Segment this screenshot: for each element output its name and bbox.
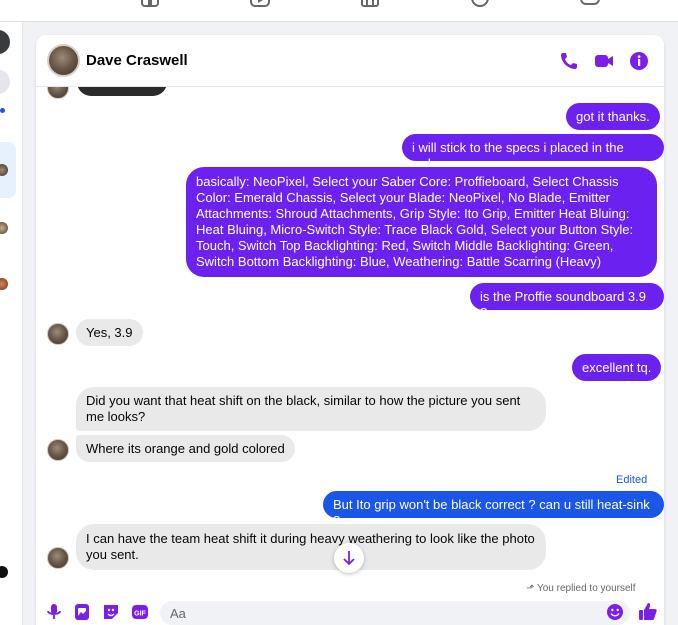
- avatar-icon[interactable]: [0, 30, 10, 54]
- message-bubble[interactable]: basically: NeoPixel, Select your Saber C…: [186, 167, 657, 277]
- avatar-icon[interactable]: [0, 278, 8, 290]
- sticker-icon[interactable]: [102, 603, 120, 621]
- photo-icon[interactable]: [73, 603, 91, 621]
- gaming-icon[interactable]: [580, 0, 600, 8]
- phone-icon[interactable]: [559, 51, 579, 71]
- composer: GIF: [36, 595, 664, 625]
- microphone-icon[interactable]: [45, 603, 63, 621]
- contact-avatar-small: [47, 439, 69, 461]
- gif-label: GIF: [134, 611, 146, 618]
- message-list[interactable]: got it thanks. i will stick to the specs…: [36, 87, 664, 595]
- avatar-icon[interactable]: [0, 566, 8, 578]
- emoji-icon[interactable]: [606, 603, 624, 621]
- message-bubble[interactable]: is the Proffie soundboard 3.9 ?: [470, 283, 664, 320]
- avatar-icon[interactable]: [0, 70, 10, 94]
- message-bubble[interactable]: Yes, 3.9: [76, 319, 143, 346]
- avatar-icon[interactable]: [0, 222, 8, 234]
- info-icon[interactable]: [629, 51, 649, 71]
- contact-avatar-small: [47, 547, 69, 569]
- chat-header: Dave Craswell: [36, 35, 664, 87]
- chat-panel: Dave Craswell got it thanks. i will stic…: [36, 35, 664, 625]
- unread-dot: [0, 108, 5, 113]
- arrow-down-icon: [343, 551, 355, 566]
- contact-avatar-small: [47, 323, 69, 345]
- replied-note-text: You replied to yourself: [536, 583, 636, 594]
- chat-list-rail: [0, 22, 23, 625]
- top-navigation: [0, 0, 678, 22]
- contact-name[interactable]: Dave Craswell: [86, 52, 188, 69]
- message-bubble[interactable]: I can have the team heat shift it during…: [76, 524, 546, 570]
- thumbs-up-icon[interactable]: [638, 601, 658, 621]
- video-icon[interactable]: [250, 0, 270, 8]
- message-input[interactable]: [160, 601, 630, 625]
- marketplace-icon[interactable]: [360, 0, 380, 8]
- message-bubble[interactable]: i will stick to the specs i placed in th…: [402, 134, 664, 171]
- message-bubble[interactable]: Where its orange and gold colored: [76, 435, 295, 462]
- message-bubble[interactable]: got it thanks.: [566, 103, 660, 130]
- edited-label: Edited: [616, 474, 648, 486]
- scroll-to-bottom-button[interactable]: [334, 543, 364, 573]
- home-icon[interactable]: [140, 0, 160, 8]
- replied-note: ⬏ You replied to yourself: [526, 583, 636, 594]
- contact-avatar-small: [47, 87, 69, 99]
- gif-icon[interactable]: GIF: [131, 603, 149, 621]
- video-call-icon[interactable]: [594, 51, 614, 71]
- shared-image[interactable]: [77, 87, 167, 96]
- message-bubble[interactable]: excellent tq.: [572, 354, 662, 381]
- message-bubble[interactable]: But Ito grip won't be black correct ? ca…: [323, 491, 664, 528]
- message-bubble[interactable]: Did you want that heat shift on the blac…: [76, 387, 546, 431]
- reply-icon: ⬏: [526, 583, 537, 594]
- contact-avatar[interactable]: [47, 44, 80, 77]
- groups-icon[interactable]: [470, 0, 490, 8]
